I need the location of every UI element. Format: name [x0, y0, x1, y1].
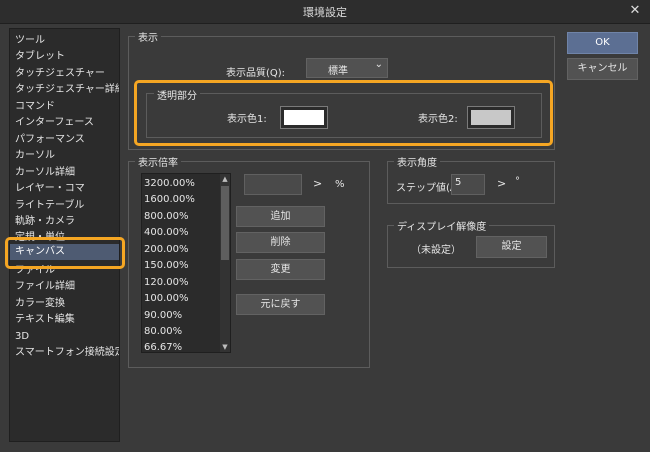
- category-list[interactable]: ツール タブレット タッチジェスチャー タッチジェスチャー詳細 コマンド インタ…: [9, 28, 120, 442]
- zoom-list-item[interactable]: 200.00%: [144, 242, 189, 257]
- sidebar-item-cursor-detail[interactable]: カーソル詳細: [10, 165, 119, 181]
- zoom-list-item[interactable]: 400.00%: [144, 225, 189, 240]
- zoom-list-item[interactable]: 90.00%: [144, 308, 182, 323]
- delete-zoom-button[interactable]: 削除: [236, 232, 325, 253]
- sidebar-item-interface[interactable]: インターフェース: [10, 115, 119, 131]
- step-value-input[interactable]: 5: [451, 174, 485, 195]
- sidebar-item-text-edit[interactable]: テキスト編集: [10, 312, 119, 328]
- reset-zoom-button[interactable]: 元に戻す: [236, 294, 325, 315]
- sidebar-item-canvas[interactable]: キャンバス: [10, 244, 119, 260]
- sidebar-item-file[interactable]: ファイル: [10, 263, 119, 279]
- sidebar-item-light-table[interactable]: ライトテーブル: [10, 198, 119, 214]
- color2-label: 表示色2:: [418, 114, 458, 125]
- zoom-unit-label: %: [335, 179, 345, 190]
- color2-swatch[interactable]: [467, 106, 515, 129]
- sidebar-item-tool[interactable]: ツール: [10, 33, 119, 49]
- sidebar-item-smartphone[interactable]: スマートフォン接続設定: [10, 345, 119, 361]
- cancel-button[interactable]: キャンセル: [567, 58, 638, 80]
- window-title: 環境設定: [303, 6, 347, 19]
- title-bar: 環境設定 ✕: [0, 0, 650, 24]
- zoom-list-scrollbar[interactable]: ▲ ▼: [220, 174, 230, 352]
- color1-swatch[interactable]: [280, 106, 328, 129]
- display-quality-value: 標準: [328, 66, 348, 77]
- sidebar-item-3d[interactable]: 3D: [10, 329, 119, 345]
- zoom-add-arrow-icon[interactable]: >: [313, 177, 322, 190]
- change-zoom-button[interactable]: 変更: [236, 259, 325, 280]
- resolution-group-title: ディスプレイ解像度: [394, 218, 490, 233]
- display-quality-dropdown[interactable]: 標準 ⌄: [306, 58, 388, 78]
- chevron-down-icon: ⌄: [374, 59, 383, 70]
- sidebar-item-cursor[interactable]: カーソル: [10, 148, 119, 164]
- sidebar-item-trail-camera[interactable]: 軌跡・カメラ: [10, 214, 119, 230]
- zoom-list-item[interactable]: 120.00%: [144, 275, 189, 290]
- sidebar-item-touch-gesture-detail[interactable]: タッチジェスチャー詳細: [10, 82, 119, 98]
- zoom-list-item[interactable]: 80.00%: [144, 324, 182, 339]
- sidebar-item-layer-frame[interactable]: レイヤー・コマ: [10, 181, 119, 197]
- resolution-status: （未設定）: [411, 245, 461, 256]
- sidebar-item-color-conversion[interactable]: カラー変換: [10, 296, 119, 312]
- zoom-list[interactable]: 3200.00% 1600.00% 800.00% 400.00% 200.00…: [141, 173, 231, 353]
- step-arrow-icon[interactable]: >: [497, 177, 506, 190]
- close-icon[interactable]: ✕: [626, 2, 644, 20]
- sidebar-item-touch-gesture[interactable]: タッチジェスチャー: [10, 66, 119, 82]
- degree-unit-label: °: [515, 176, 520, 187]
- ok-button[interactable]: OK: [567, 32, 638, 54]
- sidebar-item-command[interactable]: コマンド: [10, 99, 119, 115]
- sidebar-item-performance[interactable]: パフォーマンス: [10, 132, 119, 148]
- color2-swatch-fill: [471, 110, 511, 125]
- zoom-list-item[interactable]: 3200.00%: [144, 176, 195, 191]
- sidebar-item-file-detail[interactable]: ファイル詳細: [10, 279, 119, 295]
- angle-group-title: 表示角度: [394, 154, 440, 169]
- display-quality-label: 表示品質(Q):: [226, 68, 286, 79]
- zoom-list-item[interactable]: 150.00%: [144, 258, 189, 273]
- zoom-group-title: 表示倍率: [135, 154, 181, 169]
- color1-label: 表示色1:: [227, 114, 267, 125]
- transparent-group-title: 透明部分: [154, 87, 200, 102]
- color1-swatch-fill: [284, 110, 324, 125]
- zoom-list-item[interactable]: 1600.00%: [144, 192, 195, 207]
- zoom-value-input[interactable]: [244, 174, 302, 195]
- display-group-title: 表示: [135, 29, 161, 44]
- zoom-list-item[interactable]: 66.67%: [144, 340, 182, 352]
- scroll-up-icon[interactable]: ▲: [220, 174, 230, 184]
- zoom-list-item[interactable]: 100.00%: [144, 291, 189, 306]
- resolution-settings-button[interactable]: 設定: [476, 236, 547, 258]
- zoom-list-item[interactable]: 800.00%: [144, 209, 189, 224]
- sidebar-item-tablet[interactable]: タブレット: [10, 49, 119, 65]
- scroll-down-icon[interactable]: ▼: [220, 342, 230, 352]
- add-zoom-button[interactable]: 追加: [236, 206, 325, 227]
- scroll-thumb[interactable]: [221, 186, 229, 260]
